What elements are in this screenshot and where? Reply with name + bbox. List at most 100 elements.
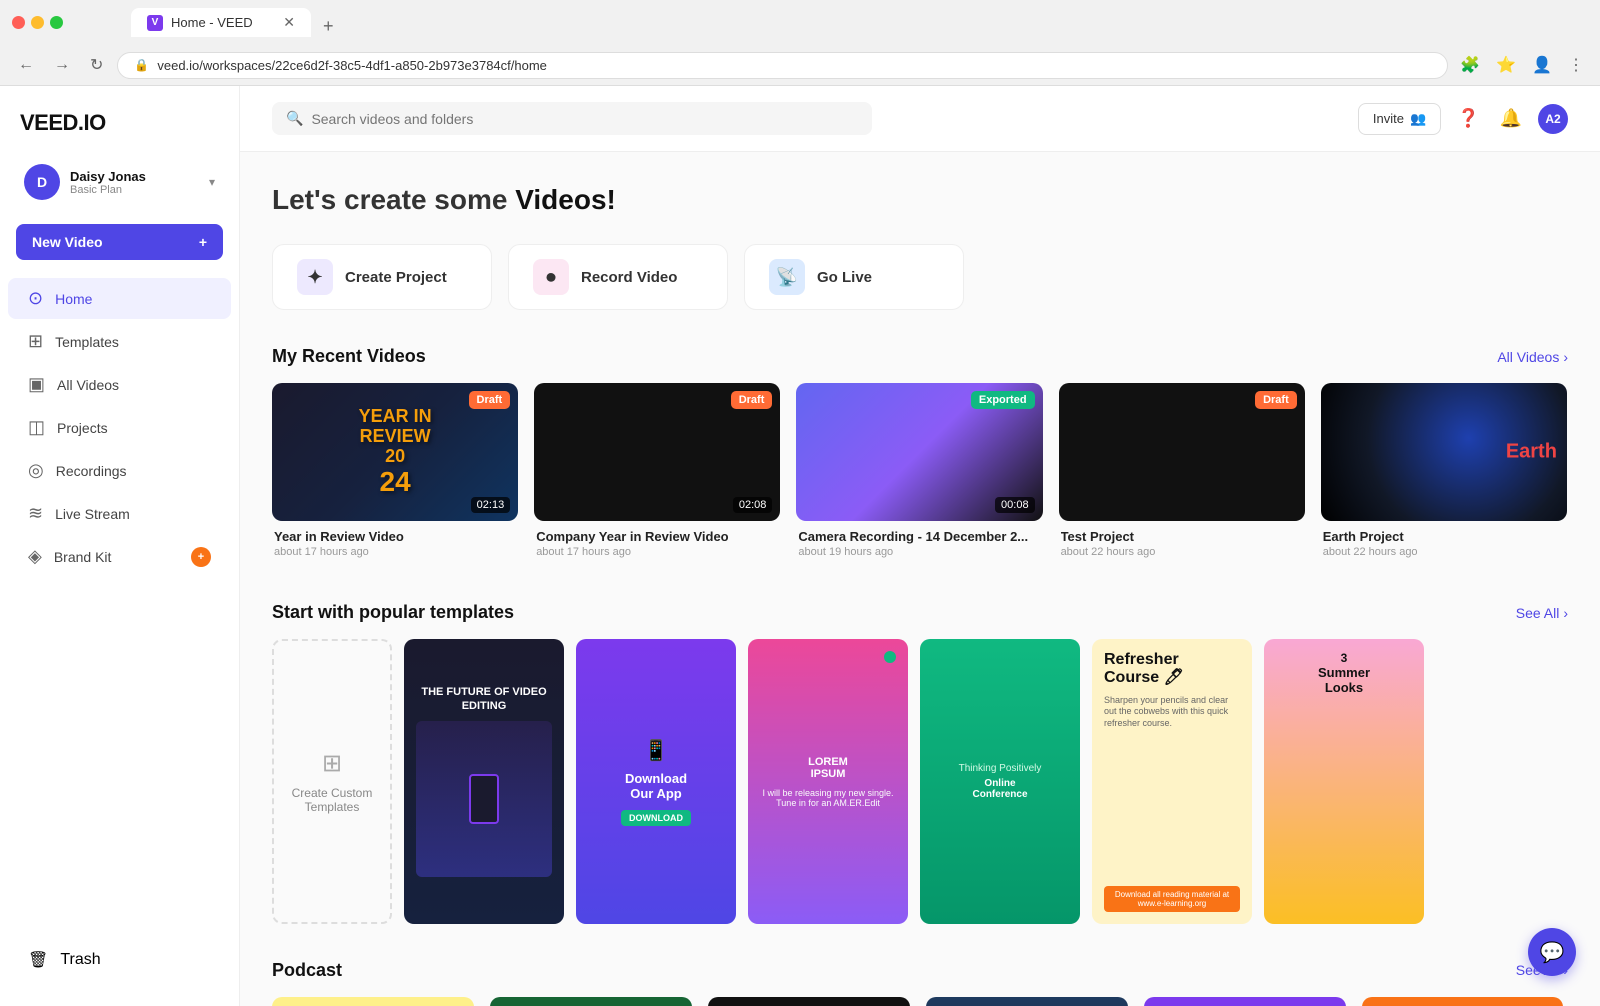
podcast-header: Podcast See All › [272,960,1568,981]
menu-btn[interactable]: ⋮ [1564,51,1588,79]
go-live-card[interactable]: 📡 Go Live [744,244,964,310]
podcast-card[interactable]: PODCAST SPECIALGUEST Ep 143 [1144,997,1346,1006]
new-tab-btn[interactable]: + [315,16,342,37]
template-card[interactable]: RefresherCourse 🖊 Sharpen your pencils a… [1092,639,1252,923]
sidebar-item-all-videos[interactable]: ▣ All Videos [8,364,231,405]
sidebar-item-live-stream[interactable]: ≋ Live Stream [8,493,231,534]
create-project-icon: ✦ [297,259,333,295]
video-time: about 19 hours ago [798,546,1040,558]
invite-button[interactable]: Invite 👥 [1358,103,1441,135]
tab-favicon: V [147,15,163,31]
notifications-button[interactable]: 🔔 [1496,104,1526,133]
sidebar-item-projects[interactable]: ◫ Projects [8,407,231,448]
user-section[interactable]: D Daisy Jonas Basic Plan ▾ [8,156,231,208]
templates-grid: ⊞ Create Custom Templates THE FUTURE OF … [272,639,1568,923]
create-project-card[interactable]: ✦ Create Project [272,244,492,310]
app: VEED.IO D Daisy Jonas Basic Plan ▾ New V… [0,86,1600,1006]
podcast-card[interactable]: Episode #14 THEDAILYSHOW [490,997,692,1006]
maximize-dot[interactable] [50,16,63,29]
brand-kit-badge: + [191,547,211,567]
video-badge: Draft [469,391,511,409]
extensions-btn[interactable]: 🧩 [1456,51,1484,79]
header-avatar[interactable]: A2 [1538,104,1568,134]
profile-btn[interactable]: 👤 [1528,51,1556,79]
video-thumbnail: Draft 02:08 [534,383,780,521]
template-card[interactable]: 3 SummerLooks [1264,639,1424,923]
sidebar-logo: VEED.IO [0,102,239,156]
template-title: DownloadOur App [625,771,687,802]
thumb-earth-text: Earth [1506,441,1557,464]
page-body: Let's create some Videos! ✦ Create Proje… [240,152,1600,1006]
tab-close-btn[interactable]: ✕ [283,14,295,31]
template-card[interactable]: THE FUTURE OF VIDEO EDITING [404,639,564,923]
sidebar-item-label: All Videos [57,377,119,393]
minimize-dot[interactable] [31,16,44,29]
video-name: Camera Recording - 14 December 2... [798,529,1040,544]
browser-titlebar: V Home - VEED ✕ + [0,0,1600,45]
video-duration: 00:08 [995,497,1035,513]
browser-tabs: V Home - VEED ✕ + [71,8,402,37]
new-video-button[interactable]: New Video + [16,224,223,260]
sidebar-item-label: Projects [57,420,108,436]
sidebar-item-label: Home [55,291,92,307]
podcast-card[interactable]: PODCAST LIVE ▶ How toSell aDigitalProduc… [1362,997,1564,1006]
template-card[interactable]: LOREMIPSUM I will be releasing my new si… [748,639,908,923]
reload-btn[interactable]: ↻ [84,51,109,79]
video-thumbnail: Exported 00:08 [796,383,1042,521]
template-card[interactable]: 📱 DownloadOur App DOWNLOAD [576,639,736,923]
video-name: Year in Review Video [274,529,516,544]
search-input[interactable] [311,111,858,127]
sidebar-item-home[interactable]: ⊙ Home [8,278,231,319]
sidebar-item-label: Templates [55,334,119,350]
go-live-icon: 📡 [769,259,805,295]
create-custom-template-card[interactable]: ⊞ Create Custom Templates [272,639,392,923]
address-bar[interactable]: 🔒 veed.io/workspaces/22ce6d2f-38c5-4df1-… [117,52,1448,79]
user-name: Daisy Jonas [70,169,199,184]
forward-btn[interactable]: → [48,52,76,78]
record-video-icon: ⏺ [533,259,569,295]
video-card[interactable]: Draft Test Project about 22 hours ago [1059,383,1305,566]
active-tab[interactable]: V Home - VEED ✕ [131,8,311,37]
video-card[interactable]: Exported 00:08 Camera Recording - 14 Dec… [796,383,1042,566]
podcast-card[interactable]: Episode #14 [926,997,1128,1006]
main-header: 🔍 Invite 👥 ❓ 🔔 A2 [240,86,1600,152]
sidebar-item-brand-kit[interactable]: ◈ Brand Kit + [8,536,231,577]
go-live-label: Go Live [817,269,872,286]
back-btn[interactable]: ← [12,52,40,78]
browser-nav: ← → ↻ 🔒 veed.io/workspaces/22ce6d2f-38c5… [0,45,1600,85]
video-card[interactable]: Draft 02:08 Company Year in Review Video… [534,383,780,566]
video-time: about 22 hours ago [1061,546,1303,558]
video-time: about 17 hours ago [274,546,516,558]
home-icon: ⊙ [28,288,43,309]
video-card[interactable]: YEAR INREVIEW2024 Draft 02:13 Year in Re… [272,383,518,566]
sidebar-item-trash[interactable]: 🗑 Trash [8,940,231,980]
video-card[interactable]: Earth Earth Project about 22 hours ago [1321,383,1567,566]
templates-see-all-link[interactable]: See All › [1516,605,1568,621]
sidebar-bottom: 🗑 Trash [0,930,239,990]
video-time: about 22 hours ago [1323,546,1565,558]
podcast-card[interactable]: PODCASTER'SCORNER [272,997,474,1006]
templates-header: Start with popular templates See All › [272,602,1568,623]
template-title: RefresherCourse 🖊 [1104,651,1184,686]
help-button[interactable]: ❓ [1453,104,1483,133]
close-dot[interactable] [12,16,25,29]
action-cards: ✦ Create Project ⏺ Record Video 📡 Go Liv… [272,244,1568,310]
chat-button[interactable]: 💬 [1528,928,1576,976]
podcast-card[interactable] [708,997,910,1006]
record-video-card[interactable]: ⏺ Record Video [508,244,728,310]
sidebar-item-templates[interactable]: ⊞ Templates [8,321,231,362]
recent-videos-header: My Recent Videos All Videos › [272,346,1568,367]
template-card[interactable]: Thinking Positively OnlineConference [920,639,1080,923]
lock-icon: 🔒 [134,58,149,72]
sidebar-item-recordings[interactable]: ◎ Recordings [8,450,231,491]
video-grid: YEAR INREVIEW2024 Draft 02:13 Year in Re… [272,383,1568,566]
podcast-title: Podcast [272,960,342,981]
plus-icon: + [199,234,207,250]
video-thumbnail: Earth [1321,383,1567,521]
trash-label: Trash [60,951,100,969]
logo-text: VEED.IO [20,110,106,135]
all-videos-link[interactable]: All Videos › [1497,349,1568,365]
invite-icon: 👥 [1410,111,1426,127]
all-videos-icon: ▣ [28,374,45,395]
bookmark-btn[interactable]: ⭐ [1492,51,1520,79]
